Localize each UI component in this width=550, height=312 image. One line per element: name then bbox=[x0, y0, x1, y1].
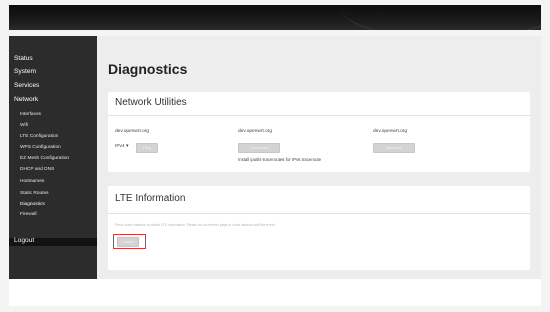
page-title: Diagnostics bbox=[108, 61, 188, 77]
main-content: Diagnostics Network Utilities dev.openwr… bbox=[97, 36, 541, 279]
sidebar-subitem-ez-mesh-configuration[interactable]: EZ Mesh Configuration bbox=[20, 156, 69, 161]
ip-version-select[interactable]: IPv4 ▾ bbox=[115, 144, 128, 149]
nslookup-button[interactable]: Nslookup bbox=[373, 143, 415, 153]
nslookup-host-input[interactable]: dev.openwrt.org bbox=[373, 129, 407, 134]
lte-information-title: LTE Information bbox=[115, 193, 186, 204]
traceroute-hint: Install iputils-traceroute6 for IPv6 tra… bbox=[238, 157, 322, 162]
sidebar-subitem-lte-configuration[interactable]: LTE Configuration bbox=[20, 134, 58, 139]
header-bar bbox=[9, 5, 541, 30]
sidebar-item-system[interactable]: System bbox=[14, 68, 36, 75]
highlight-box bbox=[113, 234, 146, 249]
divider bbox=[108, 115, 530, 116]
lte-information-panel: LTE Information Press a lter Instance to… bbox=[108, 186, 530, 270]
sidebar: Status System Services Network Interface… bbox=[9, 36, 97, 279]
sidebar-item-services[interactable]: Services bbox=[14, 82, 39, 89]
lte-description: Press a lter Instance to collect LTE inf… bbox=[115, 223, 276, 227]
sidebar-subitem-interfaces[interactable]: Interfaces bbox=[20, 112, 41, 117]
footer-area bbox=[9, 279, 541, 306]
ip-version-value: IPv4 bbox=[115, 144, 125, 149]
sidebar-subitem-diagnostics[interactable]: Diagnostics bbox=[20, 202, 45, 207]
traceroute-button[interactable]: Traceroute bbox=[238, 143, 280, 153]
network-utilities-panel: Network Utilities dev.openwrt.org IPv4 ▾… bbox=[108, 92, 530, 172]
sidebar-item-logout[interactable]: Logout bbox=[14, 237, 34, 244]
sidebar-subitem-static-routes[interactable]: Static Routes bbox=[20, 191, 49, 196]
sidebar-subitem-firewall[interactable]: Firewall bbox=[20, 212, 37, 217]
sidebar-subitem-wifi[interactable]: Wifi bbox=[20, 123, 28, 128]
network-utilities-title: Network Utilities bbox=[115, 97, 187, 108]
chevron-down-icon: ▾ bbox=[125, 144, 129, 149]
ping-button[interactable]: Ping bbox=[136, 143, 158, 153]
page: Status System Services Network Interface… bbox=[0, 0, 550, 312]
sidebar-item-network[interactable]: Network bbox=[14, 96, 38, 103]
header-decoration bbox=[341, 5, 541, 30]
ping-host-input[interactable]: dev.openwrt.org bbox=[115, 129, 149, 134]
sidebar-item-status[interactable]: Status bbox=[14, 55, 33, 62]
divider bbox=[108, 213, 530, 214]
sidebar-subitem-dhcp-and-dns[interactable]: DHCP and DNS bbox=[20, 167, 54, 172]
sidebar-subitem-hostnames[interactable]: Hostnames bbox=[20, 179, 44, 184]
sidebar-subitem-wps-configuration[interactable]: WPS Configuration bbox=[20, 145, 61, 150]
traceroute-host-input[interactable]: dev.openwrt.org bbox=[238, 129, 272, 134]
